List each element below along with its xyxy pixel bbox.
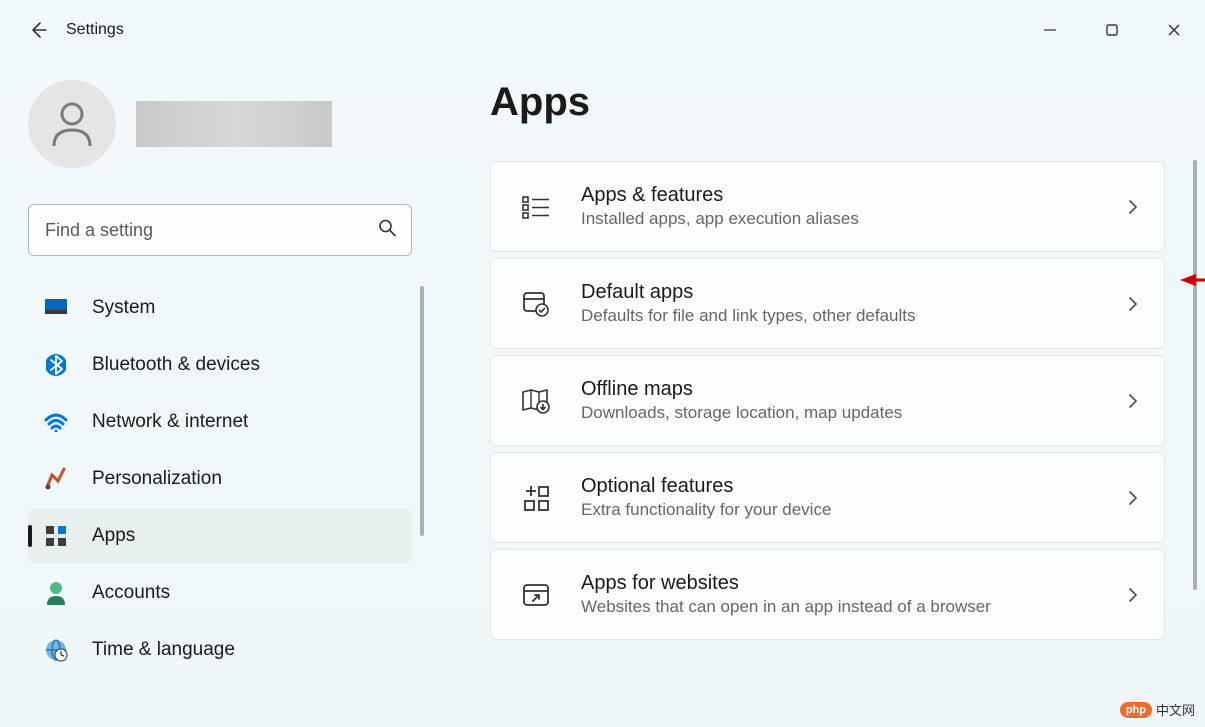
sidebar-item-personalization-icon (44, 467, 68, 491)
search-input[interactable] (28, 204, 412, 256)
search-icon (378, 219, 396, 242)
card-title: Default apps (581, 281, 1094, 304)
nav-label: Accounts (92, 582, 170, 604)
watermark-text: 中文网 (1156, 700, 1195, 719)
chevron-right-icon (1124, 489, 1142, 507)
back-button[interactable] (28, 20, 48, 40)
card-offline-maps-icon (521, 386, 551, 416)
card-subtitle: Websites that can open in an app instead… (581, 597, 1094, 617)
sidebar-item-accounts-icon (44, 581, 68, 605)
card-title: Apps & features (581, 184, 1094, 207)
search-box (28, 204, 412, 256)
sidebar-item-time-language-icon (44, 638, 68, 662)
nav-label: Bluetooth & devices (92, 354, 260, 376)
card-subtitle: Defaults for file and link types, other … (581, 306, 1094, 326)
card-subtitle: Downloads, storage location, map updates (581, 403, 1094, 423)
page-title: Apps (490, 80, 1165, 125)
card-text: Apps for websitesWebsites that can open … (581, 572, 1094, 617)
sidebar-item-time-language[interactable]: Time & language (28, 623, 412, 677)
minimize-icon (1043, 23, 1057, 37)
card-default-apps[interactable]: Default appsDefaults for file and link t… (490, 258, 1165, 349)
window-controls (1019, 6, 1205, 54)
user-info-placeholder (136, 101, 332, 147)
nav-label: Apps (92, 525, 135, 547)
card-default-apps-icon (521, 289, 551, 319)
titlebar: Settings (0, 0, 1205, 60)
app-title: Settings (66, 21, 124, 39)
chevron-right-icon (1124, 392, 1142, 410)
card-title: Apps for websites (581, 572, 1094, 595)
nav-label: System (92, 297, 155, 319)
sidebar-item-system[interactable]: System (28, 281, 412, 335)
sidebar-item-apps-icon (44, 524, 68, 548)
watermark: php 中文网 (1120, 700, 1195, 719)
sidebar-item-system-icon (44, 296, 68, 320)
main-scrollbar[interactable] (1193, 160, 1197, 590)
card-subtitle: Installed apps, app execution aliases (581, 209, 1094, 229)
avatar (28, 80, 116, 168)
card-apps-websites-icon (521, 580, 551, 610)
card-title: Offline maps (581, 378, 1094, 401)
sidebar-scrollbar[interactable] (420, 286, 424, 536)
cards-list: Apps & featuresInstalled apps, app execu… (490, 161, 1165, 640)
nav-label: Time & language (92, 639, 235, 661)
maximize-icon (1105, 23, 1119, 37)
card-text: Default appsDefaults for file and link t… (581, 281, 1094, 326)
nav: System Bluetooth & devices Network & inter… (28, 278, 412, 727)
sidebar-item-network[interactable]: Network & internet (28, 395, 412, 449)
maximize-button[interactable] (1081, 6, 1143, 54)
card-text: Apps & featuresInstalled apps, app execu… (581, 184, 1094, 229)
watermark-badge: php (1120, 702, 1152, 718)
close-icon (1167, 23, 1181, 37)
card-optional-features[interactable]: Optional featuresExtra functionality for… (490, 452, 1165, 543)
card-text: Optional featuresExtra functionality for… (581, 475, 1094, 520)
main: Apps Apps & featuresInstalled apps, app … (440, 60, 1205, 727)
card-title: Optional features (581, 475, 1094, 498)
sidebar-item-network-icon (44, 410, 68, 434)
sidebar-item-bluetooth[interactable]: Bluetooth & devices (28, 338, 412, 392)
close-button[interactable] (1143, 6, 1205, 54)
card-optional-features-icon (521, 483, 551, 513)
sidebar-item-personalization[interactable]: Personalization (28, 452, 412, 506)
sidebar: System Bluetooth & devices Network & inter… (0, 60, 440, 727)
user-icon (50, 100, 94, 148)
nav-label: Personalization (92, 468, 222, 490)
chevron-right-icon (1124, 295, 1142, 313)
chevron-right-icon (1124, 586, 1142, 604)
sidebar-item-accounts[interactable]: Accounts (28, 566, 412, 620)
card-subtitle: Extra functionality for your device (581, 500, 1094, 520)
card-apps-features-icon (521, 192, 551, 222)
nav-label: Network & internet (92, 411, 248, 433)
card-text: Offline mapsDownloads, storage location,… (581, 378, 1094, 423)
chevron-right-icon (1124, 198, 1142, 216)
sidebar-item-bluetooth-icon (44, 353, 68, 377)
user-block[interactable] (28, 80, 412, 168)
card-apps-websites[interactable]: Apps for websitesWebsites that can open … (490, 549, 1165, 640)
sidebar-item-apps[interactable]: Apps (28, 509, 412, 563)
card-apps-features[interactable]: Apps & featuresInstalled apps, app execu… (490, 161, 1165, 252)
back-arrow-icon (28, 20, 48, 40)
minimize-button[interactable] (1019, 6, 1081, 54)
card-offline-maps[interactable]: Offline mapsDownloads, storage location,… (490, 355, 1165, 446)
